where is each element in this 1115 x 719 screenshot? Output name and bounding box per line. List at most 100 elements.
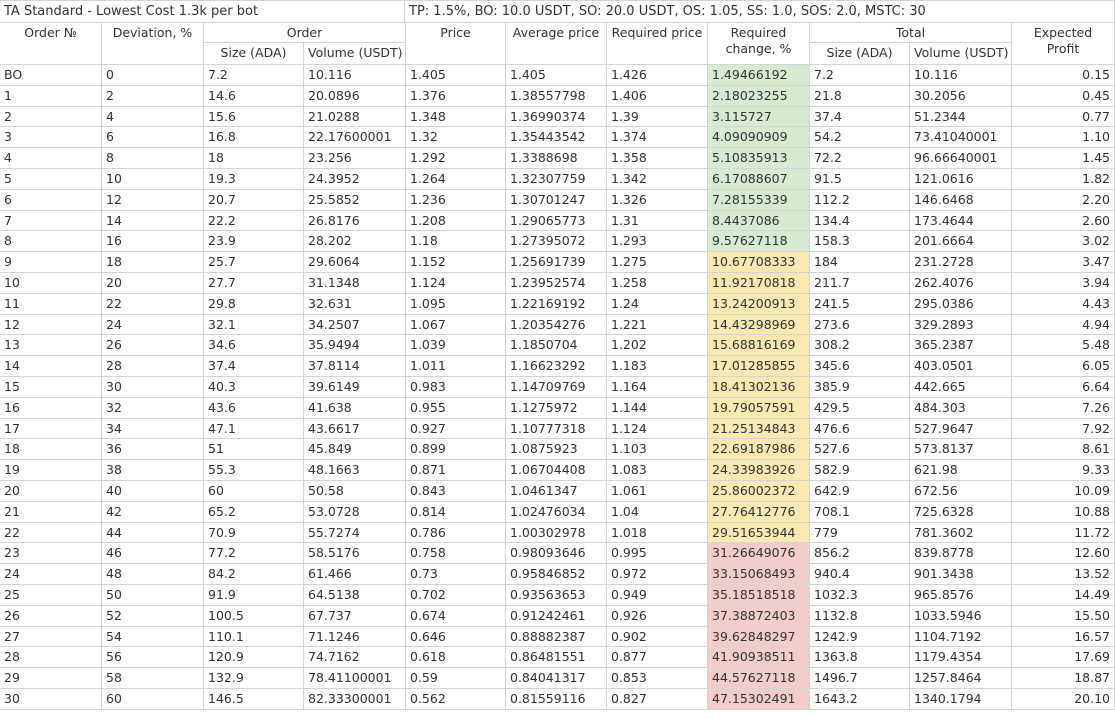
- cell-order-size[interactable]: 34.6: [204, 335, 304, 357]
- cell-order-size[interactable]: 7.2: [204, 65, 304, 86]
- cell-deviation[interactable]: 0: [102, 65, 204, 86]
- cell-deviation[interactable]: 28: [102, 356, 204, 377]
- cell-total-volume[interactable]: 573.8137: [910, 439, 1012, 461]
- cell-total-volume[interactable]: 621.98: [910, 460, 1012, 481]
- cell-total-volume[interactable]: 173.4644: [910, 210, 1012, 232]
- cell-required-price[interactable]: 1.183: [607, 356, 708, 377]
- cell-price[interactable]: 1.208: [406, 210, 506, 232]
- cell-deviation[interactable]: 16: [102, 231, 204, 253]
- cell-order-volume[interactable]: 78.41100001: [304, 668, 406, 689]
- cell-total-size[interactable]: 429.5: [810, 397, 910, 419]
- cell-expected-profit[interactable]: 7.92: [1012, 418, 1115, 440]
- cell-required-price[interactable]: 1.164: [607, 377, 708, 398]
- cell-average-price[interactable]: 1.35443542: [506, 127, 607, 149]
- cell-total-size[interactable]: 345.6: [810, 356, 910, 377]
- cell-total-volume[interactable]: 329.2893: [910, 314, 1012, 336]
- cell-total-volume[interactable]: 73.41040001: [910, 127, 1012, 149]
- cell-deviation[interactable]: 56: [102, 647, 204, 669]
- cell-price[interactable]: 0.618: [406, 647, 506, 669]
- cell-expected-profit[interactable]: 7.26: [1012, 397, 1115, 419]
- cell-order-no[interactable]: 8: [0, 231, 102, 253]
- cell-order-no[interactable]: 23: [0, 543, 102, 565]
- cell-total-volume[interactable]: 527.9647: [910, 418, 1012, 440]
- cell-total-volume[interactable]: 403.0501: [910, 356, 1012, 377]
- cell-total-volume[interactable]: 10.116: [910, 65, 1012, 86]
- cell-order-volume[interactable]: 29.6064: [304, 252, 406, 273]
- cell-average-price[interactable]: 1.1275972: [506, 397, 607, 419]
- cell-price[interactable]: 0.758: [406, 543, 506, 565]
- cell-total-size[interactable]: 527.6: [810, 439, 910, 461]
- cell-order-no[interactable]: 15: [0, 377, 102, 398]
- cell-average-price[interactable]: 1.30701247: [506, 189, 607, 211]
- cell-order-volume[interactable]: 37.8114: [304, 356, 406, 377]
- cell-order-size[interactable]: 40.3: [204, 377, 304, 398]
- cell-order-volume[interactable]: 35.9494: [304, 335, 406, 357]
- cell-total-volume[interactable]: 1033.5946: [910, 605, 1012, 627]
- cell-average-price[interactable]: 0.93563653: [506, 585, 607, 606]
- cell-required-price[interactable]: 0.995: [607, 543, 708, 565]
- cell-expected-profit[interactable]: 15.50: [1012, 605, 1115, 627]
- cell-average-price[interactable]: 1.16623292: [506, 356, 607, 377]
- cell-deviation[interactable]: 6: [102, 127, 204, 149]
- cell-required-price[interactable]: 1.202: [607, 335, 708, 357]
- cell-deviation[interactable]: 8: [102, 148, 204, 169]
- cell-price[interactable]: 1.236: [406, 189, 506, 211]
- cell-total-volume[interactable]: 725.6328: [910, 501, 1012, 523]
- cell-total-size[interactable]: 476.6: [810, 418, 910, 440]
- cell-expected-profit[interactable]: 2.60: [1012, 210, 1115, 232]
- cell-average-price[interactable]: 1.3388698: [506, 148, 607, 169]
- cell-total-volume[interactable]: 965.8576: [910, 585, 1012, 606]
- cell-total-size[interactable]: 1643.2: [810, 689, 910, 710]
- cell-required-change[interactable]: 44.57627118: [708, 668, 810, 689]
- cell-required-price[interactable]: 1.103: [607, 439, 708, 461]
- header-expected-profit[interactable]: Expected Profit: [1012, 23, 1115, 65]
- cell-order-volume[interactable]: 48.1663: [304, 460, 406, 481]
- cell-price[interactable]: 0.814: [406, 501, 506, 523]
- cell-order-size[interactable]: 120.9: [204, 647, 304, 669]
- cell-order-no[interactable]: 30: [0, 689, 102, 710]
- cell-total-size[interactable]: 582.9: [810, 460, 910, 481]
- cell-order-size[interactable]: 14.6: [204, 85, 304, 107]
- cell-order-size[interactable]: 65.2: [204, 501, 304, 523]
- header-required-change[interactable]: Required change, %: [708, 23, 810, 65]
- cell-required-change[interactable]: 25.86002372: [708, 481, 810, 502]
- cell-required-price[interactable]: 1.083: [607, 460, 708, 481]
- cell-expected-profit[interactable]: 16.57: [1012, 626, 1115, 648]
- cell-order-size[interactable]: 43.6: [204, 397, 304, 419]
- cell-price[interactable]: 1.264: [406, 169, 506, 190]
- cell-required-change[interactable]: 8.4437086: [708, 210, 810, 232]
- cell-expected-profit[interactable]: 10.88: [1012, 501, 1115, 523]
- cell-order-no[interactable]: 6: [0, 189, 102, 211]
- cell-price[interactable]: 1.067: [406, 314, 506, 336]
- cell-total-size[interactable]: 211.7: [810, 273, 910, 294]
- cell-total-volume[interactable]: 365.2387: [910, 335, 1012, 357]
- cell-required-change[interactable]: 47.15302491: [708, 689, 810, 710]
- cell-order-no[interactable]: 21: [0, 501, 102, 523]
- cell-price[interactable]: 0.702: [406, 585, 506, 606]
- header-total-volume[interactable]: Volume (USDT): [910, 43, 1012, 65]
- cell-order-size[interactable]: 18: [204, 148, 304, 169]
- cell-order-no[interactable]: 22: [0, 522, 102, 544]
- cell-deviation[interactable]: 48: [102, 564, 204, 585]
- header-total[interactable]: Total: [810, 23, 1012, 43]
- cell-order-size[interactable]: 29.8: [204, 293, 304, 315]
- cell-average-price[interactable]: 1.38557798: [506, 85, 607, 107]
- cell-total-volume[interactable]: 1179.4354: [910, 647, 1012, 669]
- cell-price[interactable]: 1.292: [406, 148, 506, 169]
- cell-required-change[interactable]: 19.79057591: [708, 397, 810, 419]
- cell-order-no[interactable]: 3: [0, 127, 102, 149]
- cell-price[interactable]: 0.983: [406, 377, 506, 398]
- cell-expected-profit[interactable]: 3.47: [1012, 252, 1115, 273]
- cell-required-price[interactable]: 1.426: [607, 65, 708, 86]
- cell-price[interactable]: 1.152: [406, 252, 506, 273]
- cell-order-volume[interactable]: 20.0896: [304, 85, 406, 107]
- cell-order-no[interactable]: 9: [0, 252, 102, 273]
- cell-order-size[interactable]: 15.6: [204, 106, 304, 128]
- cell-expected-profit[interactable]: 17.69: [1012, 647, 1115, 669]
- header-order[interactable]: Order: [204, 23, 406, 43]
- cell-expected-profit[interactable]: 14.49: [1012, 585, 1115, 606]
- cell-required-price[interactable]: 1.406: [607, 85, 708, 107]
- cell-average-price[interactable]: 1.02476034: [506, 501, 607, 523]
- cell-required-price[interactable]: 0.949: [607, 585, 708, 606]
- cell-order-volume[interactable]: 74.7162: [304, 647, 406, 669]
